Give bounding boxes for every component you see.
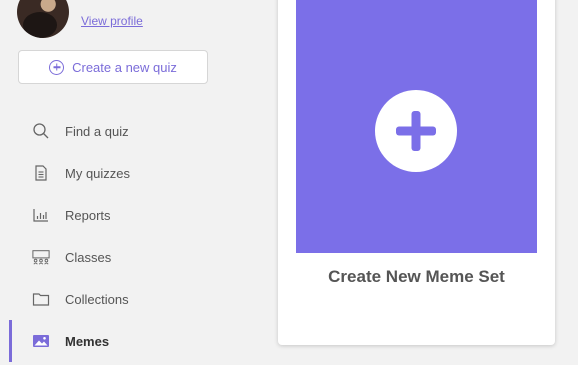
plus-circle-icon [49,59,65,75]
document-icon [32,164,50,182]
avatar[interactable] [17,0,69,38]
search-icon [32,122,50,140]
sidebar-item-label: Collections [65,291,129,307]
create-quiz-button[interactable]: Create a new quiz [18,50,208,84]
sidebar-item-collections[interactable]: Collections [0,278,224,320]
sidebar-item-my-quizzes[interactable]: My quizzes [0,152,224,194]
sidebar-item-reports[interactable]: Reports [0,194,224,236]
sidebar-item-label: Classes [65,249,112,265]
sidebar-item-label: My quizzes [65,165,131,181]
sidebar-nav: Find a quiz My quizzes Reports Classes C… [0,110,224,362]
add-icon [375,90,457,172]
sidebar-item-label: Reports [65,207,111,223]
create-meme-set-card[interactable]: Create New Meme Set [278,0,555,345]
card-title: Create New Meme Set [328,267,505,286]
folder-icon [32,290,50,308]
bar-chart-icon [32,206,50,224]
sidebar-item-find-a-quiz[interactable]: Find a quiz [0,110,224,152]
sidebar-item-memes[interactable]: Memes [0,320,224,362]
page: View profile Create a new quiz Find a qu… [0,0,578,365]
sidebar-item-label: Find a quiz [65,123,129,139]
sidebar: View profile Create a new quiz Find a qu… [0,0,224,365]
image-icon [32,332,50,350]
sidebar-item-classes[interactable]: Classes [0,236,224,278]
create-quiz-label: Create a new quiz [72,59,177,75]
view-profile-link[interactable]: View profile [81,14,143,28]
people-icon [32,248,50,266]
sidebar-item-label: Memes [65,333,110,349]
create-meme-set-tile[interactable] [296,0,537,253]
